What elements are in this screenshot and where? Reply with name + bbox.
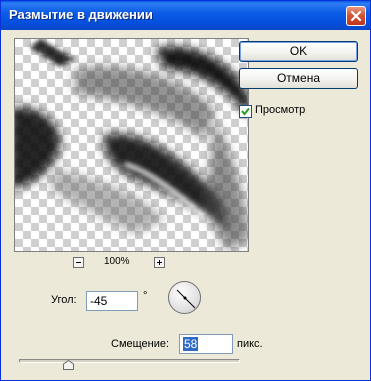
- close-button[interactable]: [346, 6, 366, 26]
- angle-label: Угол:: [51, 294, 77, 306]
- close-icon: [350, 10, 362, 22]
- preview-image: [15, 39, 248, 251]
- zoom-level: 100%: [104, 256, 130, 267]
- slider-thumb-icon[interactable]: [63, 360, 74, 370]
- title-bar[interactable]: Размытие в движении: [1, 1, 370, 30]
- cancel-button[interactable]: Отмена: [239, 68, 358, 89]
- angle-dial[interactable]: [168, 281, 201, 314]
- angle-dial-icon: [176, 289, 196, 309]
- checkmark-icon: [241, 107, 250, 116]
- distance-slider-track[interactable]: [19, 359, 240, 363]
- distance-input[interactable]: 58: [179, 334, 233, 354]
- motion-blur-dialog: Размытие в движении 100% OK Отмена Просм…: [0, 0, 371, 381]
- zoom-out-icon: [76, 262, 81, 263]
- zoom-in-button[interactable]: [154, 257, 165, 268]
- zoom-out-button[interactable]: [73, 257, 84, 268]
- dialog-title: Размытие в движении: [9, 7, 153, 22]
- preview-checkbox-label: Просмотр: [255, 104, 306, 116]
- preview-pane[interactable]: [14, 38, 249, 252]
- angle-input[interactable]: -45: [86, 291, 138, 311]
- distance-unit: пикс.: [237, 338, 263, 350]
- ok-button[interactable]: OK: [239, 41, 358, 62]
- preview-checkbox[interactable]: [239, 105, 252, 118]
- distance-label: Смещение:: [111, 338, 170, 350]
- angle-unit: °: [143, 290, 148, 302]
